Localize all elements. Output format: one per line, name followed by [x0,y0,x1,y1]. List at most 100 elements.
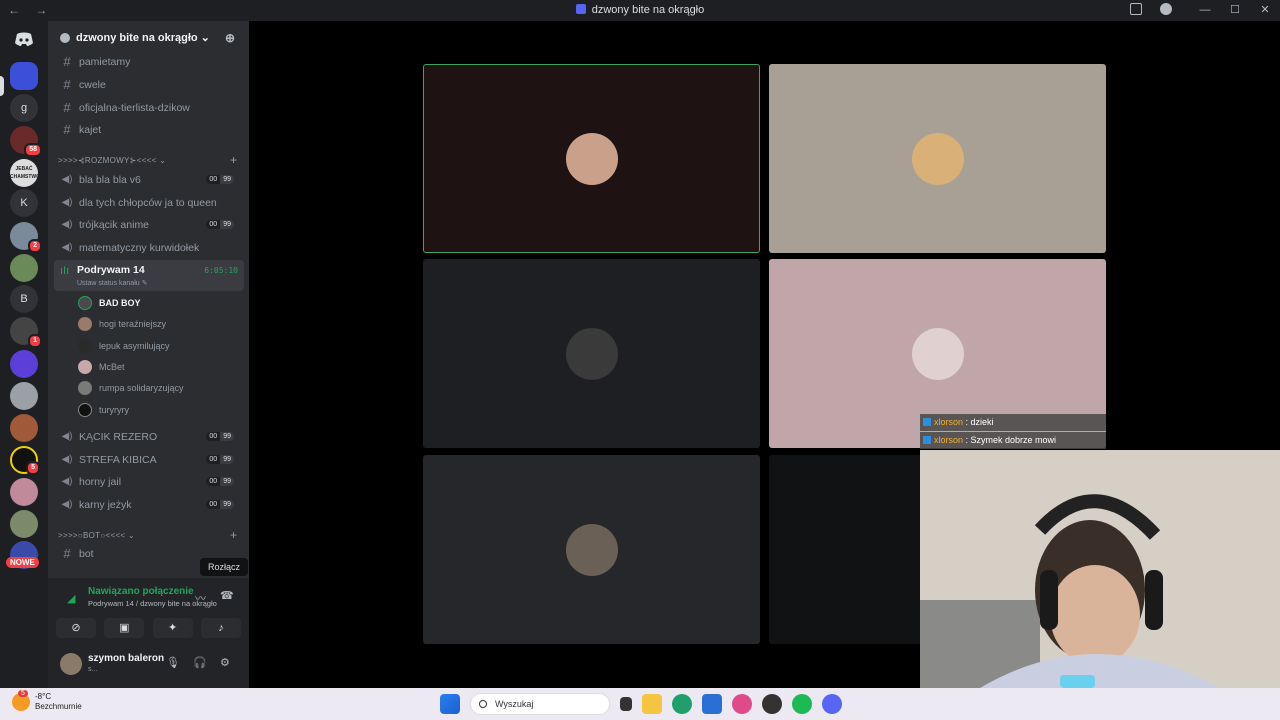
count: 00 [206,175,221,184]
channel-label: cwele [79,78,106,91]
channel-label: kajet [79,123,102,136]
voice-user[interactable]: rumpa solidaryzujący [78,378,184,398]
speaker-icon: ◀) [61,197,73,208]
voice-channel[interactable]: ◀) horny jail 00 99 [54,471,244,492]
voice-user[interactable]: hogi teraźniejszy [78,314,166,334]
activities-button[interactable]: ✦ [152,618,193,638]
server-avatar-10[interactable]: 5 [10,446,40,475]
channel-label: pamietamy [79,55,131,68]
chat-user: xlorson [934,435,964,445]
participant-avatar [565,523,618,576]
voice-user[interactable]: lepuk asymilujący [78,336,170,356]
add-channel-icon[interactable]: + [230,528,237,542]
participant-tile[interactable] [769,64,1106,253]
category-bot[interactable]: >>>>○BOT○<<<< ⌄ [58,531,135,540]
server-avatar-8[interactable] [10,382,38,410]
headphones-icon[interactable]: 🎧 [193,656,207,669]
voice-user-name: hogi teraźniejszy [99,319,167,329]
file-explorer-icon[interactable] [642,694,662,714]
avatar [78,296,92,310]
participant-tile[interactable] [423,259,760,448]
voice-channel[interactable]: ◀) trójkącik anime 00 99 [54,214,244,235]
voice-user[interactable]: BAD BOY [78,293,141,313]
voice-channel[interactable]: ◀) matematyczny kurwidołek [54,237,244,258]
task-view-icon[interactable] [620,697,632,711]
avatar [78,360,92,374]
avatar [78,317,92,331]
microphone-icon[interactable]: 🎙 [166,656,180,669]
server-header[interactable]: dzwony bite na okrągło ⌄ ⊕ [48,21,249,54]
badge: 58 [24,143,42,157]
discord-taskbar-icon[interactable] [822,694,842,714]
edge-browser-icon[interactable] [672,694,692,714]
webcam-overlay [920,450,1280,688]
stream-chat-message: xlorson : Szymek dobrze mowi [920,432,1106,449]
voice-channel[interactable]: ◀) bla bla bla v6 00 99 [54,169,244,190]
channel-pamietamy[interactable]: # pamietamy [54,51,244,72]
voice-user[interactable]: McBet [78,357,125,377]
user-count: 00 99 [206,500,234,509]
participant-avatar [911,327,964,380]
server-k[interactable]: K [10,189,38,217]
minimize-button[interactable]: — [1190,0,1220,21]
server-avatar-1[interactable] [10,62,38,90]
camera-off-button[interactable]: ⊘ [56,618,96,638]
store-icon[interactable] [702,694,722,714]
connection-status[interactable]: Nawiązano połączenie [88,586,194,597]
server-g[interactable]: g [10,94,38,122]
noise-suppression-icon[interactable]: 〰 [195,590,206,606]
avatar[interactable] [60,653,82,675]
voice-user[interactable]: turyryry [78,400,129,420]
user-count: 00 99 [206,477,234,486]
badge: 1 [28,334,42,348]
server-avatar-2[interactable]: 58 [10,126,42,157]
participant-tile[interactable] [423,455,760,644]
channel-tierlista[interactable]: # oficjalna-tierlista-dzikow [54,97,244,118]
server-avatar-11[interactable] [10,478,38,506]
server-b[interactable]: B [10,285,38,313]
voice-channel[interactable]: ◀) KĄCIK REZERO 00 99 [54,426,244,447]
category-rozmowy[interactable]: >>>>⊰ROZMOWY⊱<<<< ⌄ [58,156,166,165]
inbox-icon[interactable] [1130,3,1142,15]
server-avatar-12[interactable] [10,510,38,538]
hash-icon: # [63,122,71,137]
maximize-button[interactable]: ☐ [1220,0,1250,21]
discord-logo-icon[interactable] [10,25,38,53]
close-button[interactable]: ✕ [1250,0,1280,21]
help-icon[interactable] [1160,3,1172,15]
weather-widget[interactable]: 5 -8°C Bezchmurnie [12,690,82,712]
windows-start-icon[interactable] [440,694,460,714]
user-panel: szymon baleron s... 🎙 🎧 ⚙ [48,642,249,688]
voice-user-name: rumpa solidaryzujący [99,383,184,393]
voice-channel[interactable]: ◀) STREFA KIBICA 00 99 [54,449,244,470]
username[interactable]: szymon baleron [88,653,164,664]
disconnect-icon[interactable]: ☎ [220,589,234,602]
spotify-icon[interactable] [792,694,812,714]
opera-icon[interactable] [732,694,752,714]
server-avatar-9[interactable] [10,414,38,442]
channel-status[interactable]: Ustaw status kanału ✎ [77,279,147,287]
active-voice-channel[interactable]: ıIı Podrywam 14 Ustaw status kanału ✎ 6:… [54,260,244,291]
channel-kajet[interactable]: # kajet [54,119,244,140]
avatar [78,339,92,353]
voice-channel[interactable]: ◀) dla tych chłopców ja to queen [54,192,244,213]
server-avatar-6[interactable]: 1 [10,317,42,348]
new-badge[interactable]: NOWE [6,557,39,568]
channel-label: KĄCIK REZERO [79,430,158,443]
obs-icon[interactable] [762,694,782,714]
voice-channel[interactable]: ◀) karny jeżyk 00 99 [54,494,244,515]
server-avatar-4[interactable]: 2 [10,222,42,253]
invite-icon[interactable]: ⊕ [225,31,235,45]
screen-share-button[interactable]: ▣ [104,618,145,638]
settings-gear-icon[interactable]: ⚙ [220,656,230,669]
soundboard-button[interactable]: ♪ [200,618,241,638]
taskbar-search[interactable]: Wyszukaj [470,693,610,715]
participant-tile[interactable] [423,64,760,253]
server-avatar-5[interactable] [10,254,38,282]
count: 00 [206,500,221,509]
signal-icon[interactable]: ◢ [67,592,75,605]
add-channel-icon[interactable]: + [230,153,237,167]
server-avatar-7[interactable] [10,350,38,378]
server-avatar-3[interactable]: JEBAĆ CHAMSTWO [10,159,40,187]
channel-cwele[interactable]: # cwele [54,74,244,95]
